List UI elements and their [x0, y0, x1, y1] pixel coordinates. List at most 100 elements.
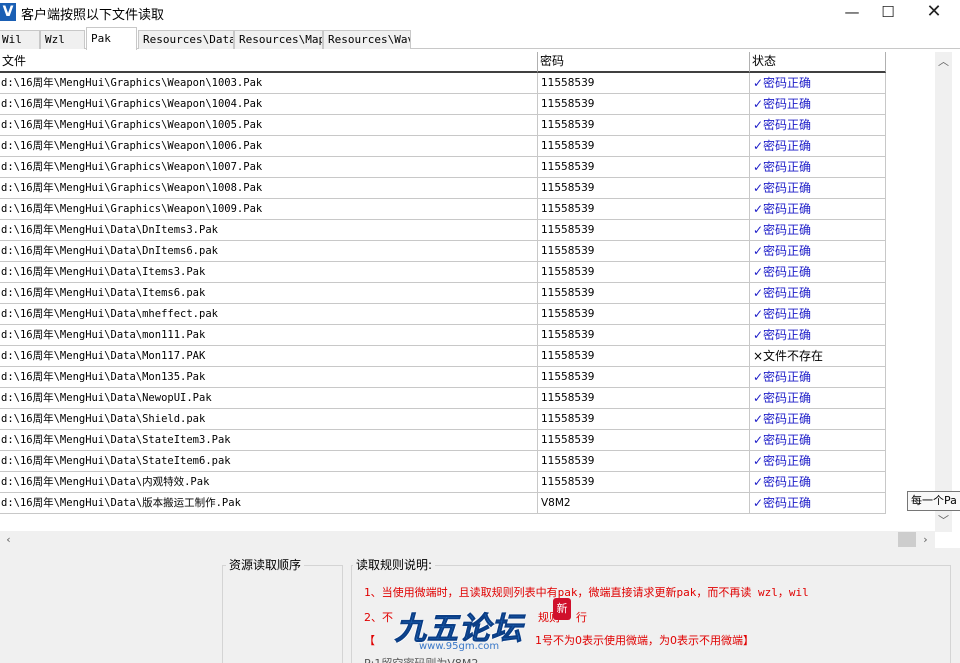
table-row[interactable]: d:\16周年\MengHui\Graphics\Weapon\1005.Pak… [0, 115, 886, 136]
password-cell: 11558539 [538, 325, 750, 346]
new-badge: 新 [553, 598, 571, 620]
forum-watermark-logo: 九五论坛 www.95gm.com [395, 611, 523, 653]
table-row[interactable]: d:\16周年\MengHui\Data\DnItems3.Pak 1155853… [0, 220, 886, 241]
table-row[interactable]: d:\16周年\MengHui\Graphics\Weapon\1007.Pak… [0, 157, 886, 178]
table-row[interactable]: d:\16周年\MengHui\Data\内观特效.Pak 11558539 ✓密码… [0, 472, 886, 493]
maximize-icon[interactable]: ☐ [866, 0, 910, 24]
table-row[interactable]: d:\16周年\MengHui\Graphics\Weapon\1009.Pak… [0, 199, 886, 220]
status-cell: ✓密码正确 [750, 367, 886, 388]
status-cell: ✓密码正确 [750, 136, 886, 157]
status-cell: ✓密码正确 [750, 430, 886, 451]
table-row[interactable]: d:\16周年\MengHui\Data\版本搬运工制作.Pak V8M2 ✓密码正… [0, 493, 886, 514]
status-cell: ✓密码正确 [750, 304, 886, 325]
tab-resources-wav[interactable]: Resources\Wav [323, 30, 411, 49]
file-path-cell: d:\16周年\MengHui\Data\版本搬运工制作.Pak [0, 493, 538, 514]
password-cell: 11558539 [538, 367, 750, 388]
password-cell: 11558539 [538, 262, 750, 283]
tab-resources-map[interactable]: Resources\Map [234, 30, 323, 49]
tab-strip: Wil Wzl Pak Resources\Data Resources\Map… [0, 27, 960, 50]
file-path-cell: d:\16周年\MengHui\Data\DnItems3.Pak [0, 220, 538, 241]
rule-1: 1、当使用微端时，且读取规则列表中有pak，微端直接请求更新pak，而不再读 w… [364, 586, 809, 599]
rule-4: P:1留空密码则为V8M2 [364, 655, 478, 663]
table-row[interactable]: d:\16周年\MengHui\Data\mon111.Pak 11558539 ✓… [0, 325, 886, 346]
status-cell: ✓密码正确 [750, 157, 886, 178]
file-path-cell: d:\16周年\MengHui\Data\StateItem6.pak [0, 451, 538, 472]
table-row[interactable]: d:\16周年\MengHui\Data\StateItem3.Pak 11558… [0, 430, 886, 451]
column-header-file[interactable]: 文件 [0, 52, 538, 73]
tooltip: 每一个Pa [907, 491, 960, 511]
file-path-cell: d:\16周年\MengHui\Graphics\Weapon\1009.Pak [0, 199, 538, 220]
file-path-cell: d:\16周年\MengHui\Graphics\Weapon\1008.Pak [0, 178, 538, 199]
file-path-cell: d:\16周年\MengHui\Data\Items3.Pak [0, 262, 538, 283]
tab-pak[interactable]: Pak [86, 27, 137, 50]
scroll-down-icon[interactable]: ﹀ [935, 512, 952, 529]
password-cell: 11558539 [538, 472, 750, 493]
status-cell: ✓密码正确 [750, 73, 886, 94]
table-row[interactable]: d:\16周年\MengHui\Data\Items3.Pak 11558539 ✓… [0, 262, 886, 283]
file-path-cell: d:\16周年\MengHui\Graphics\Weapon\1004.Pak [0, 94, 538, 115]
rule-3-start: 【 [364, 634, 375, 647]
status-cell: ✓密码正确 [750, 409, 886, 430]
status-cell: ✓密码正确 [750, 178, 886, 199]
horizontal-scrollbar[interactable]: ‹ › [0, 531, 935, 548]
status-cell: ×文件不存在 [750, 346, 886, 367]
file-path-cell: d:\16周年\MengHui\Data\Mon117.PAK [0, 346, 538, 367]
horizontal-scroll-thumb[interactable] [898, 532, 916, 547]
status-cell: ✓密码正确 [750, 199, 886, 220]
password-cell: 11558539 [538, 73, 750, 94]
rule-3: 1号不为0表示使用微端，为0表示不用微端】 [535, 634, 754, 647]
file-path-cell: d:\16周年\MengHui\Data\内观特效.Pak [0, 472, 538, 493]
file-path-cell: d:\16周年\MengHui\Graphics\Weapon\1006.Pak [0, 136, 538, 157]
vertical-scrollbar[interactable]: ︿ ﹀ [935, 52, 952, 532]
password-cell: 11558539 [538, 115, 750, 136]
password-cell: 11558539 [538, 199, 750, 220]
table-row[interactable]: d:\16周年\MengHui\Data\Shield.pak 11558539 ✓… [0, 409, 886, 430]
password-cell: 11558539 [538, 136, 750, 157]
resource-order-list[interactable] [224, 572, 341, 663]
table-row[interactable]: d:\16周年\MengHui\Data\mheffect.pak 1155853… [0, 304, 886, 325]
table-row[interactable]: d:\16周年\MengHui\Data\Mon135.Pak 11558539 ✓… [0, 367, 886, 388]
scroll-right-icon[interactable]: › [917, 531, 934, 548]
tab-wil[interactable]: Wil [0, 30, 40, 49]
status-cell: ✓密码正确 [750, 283, 886, 304]
table-row[interactable]: d:\16周年\MengHui\Graphics\Weapon\1006.Pak… [0, 136, 886, 157]
status-cell: ✓密码正确 [750, 94, 886, 115]
file-grid[interactable]: 文件 密码 状态 d:\16周年\MengHui\Graphics\Weapon… [0, 52, 935, 532]
table-row[interactable]: d:\16周年\MengHui\Data\Items6.pak 11558539 ✓… [0, 283, 886, 304]
close-icon[interactable]: ✕ [912, 0, 956, 24]
password-cell: 11558539 [538, 241, 750, 262]
password-cell: 11558539 [538, 178, 750, 199]
password-cell: V8M2 [538, 493, 750, 514]
file-path-cell: d:\16周年\MengHui\Data\Items6.pak [0, 283, 538, 304]
status-cell: ✓密码正确 [750, 472, 886, 493]
file-path-cell: d:\16周年\MengHui\Graphics\Weapon\1003.Pak [0, 73, 538, 94]
password-cell: 11558539 [538, 304, 750, 325]
table-row[interactable]: d:\16周年\MengHui\Data\NewopUI.Pak 11558539… [0, 388, 886, 409]
file-path-cell: d:\16周年\MengHui\Graphics\Weapon\1005.Pak [0, 115, 538, 136]
column-header-password[interactable]: 密码 [538, 52, 750, 73]
table-row[interactable]: d:\16周年\MengHui\Graphics\Weapon\1004.Pak… [0, 94, 886, 115]
status-cell: ✓密码正确 [750, 388, 886, 409]
password-cell: 11558539 [538, 388, 750, 409]
file-path-cell: d:\16周年\MengHui\Data\mon111.Pak [0, 325, 538, 346]
window-title: 客户端按照以下文件读取 [21, 8, 165, 23]
table-row[interactable]: d:\16周年\MengHui\Data\StateItem6.pak 11558… [0, 451, 886, 472]
table-row[interactable]: d:\16周年\MengHui\Data\DnItems6.pak 1155853… [0, 241, 886, 262]
password-cell: 11558539 [538, 409, 750, 430]
status-cell: ✓密码正确 [750, 451, 886, 472]
status-cell: ✓密码正确 [750, 325, 886, 346]
table-row[interactable]: d:\16周年\MengHui\Data\Mon117.PAK 11558539 ×… [0, 346, 886, 367]
file-path-cell: d:\16周年\MengHui\Data\StateItem3.Pak [0, 430, 538, 451]
title-bar: V 客户端按照以下文件读取 — ☐ ✕ [0, 0, 960, 26]
column-header-status[interactable]: 状态 [750, 52, 886, 73]
password-cell: 11558539 [538, 94, 750, 115]
status-cell: ✓密码正确 [750, 220, 886, 241]
rule-2-end: 行 [576, 611, 587, 624]
tab-resources-data[interactable]: Resources\Data [138, 30, 234, 49]
table-row[interactable]: d:\16周年\MengHui\Graphics\Weapon\1003.Pak… [0, 73, 886, 94]
scroll-up-icon[interactable]: ︿ [935, 53, 952, 70]
tab-wzl[interactable]: Wzl [40, 30, 85, 49]
table-row[interactable]: d:\16周年\MengHui\Graphics\Weapon\1008.Pak… [0, 178, 886, 199]
password-cell: 11558539 [538, 283, 750, 304]
scroll-left-icon[interactable]: ‹ [0, 531, 17, 548]
